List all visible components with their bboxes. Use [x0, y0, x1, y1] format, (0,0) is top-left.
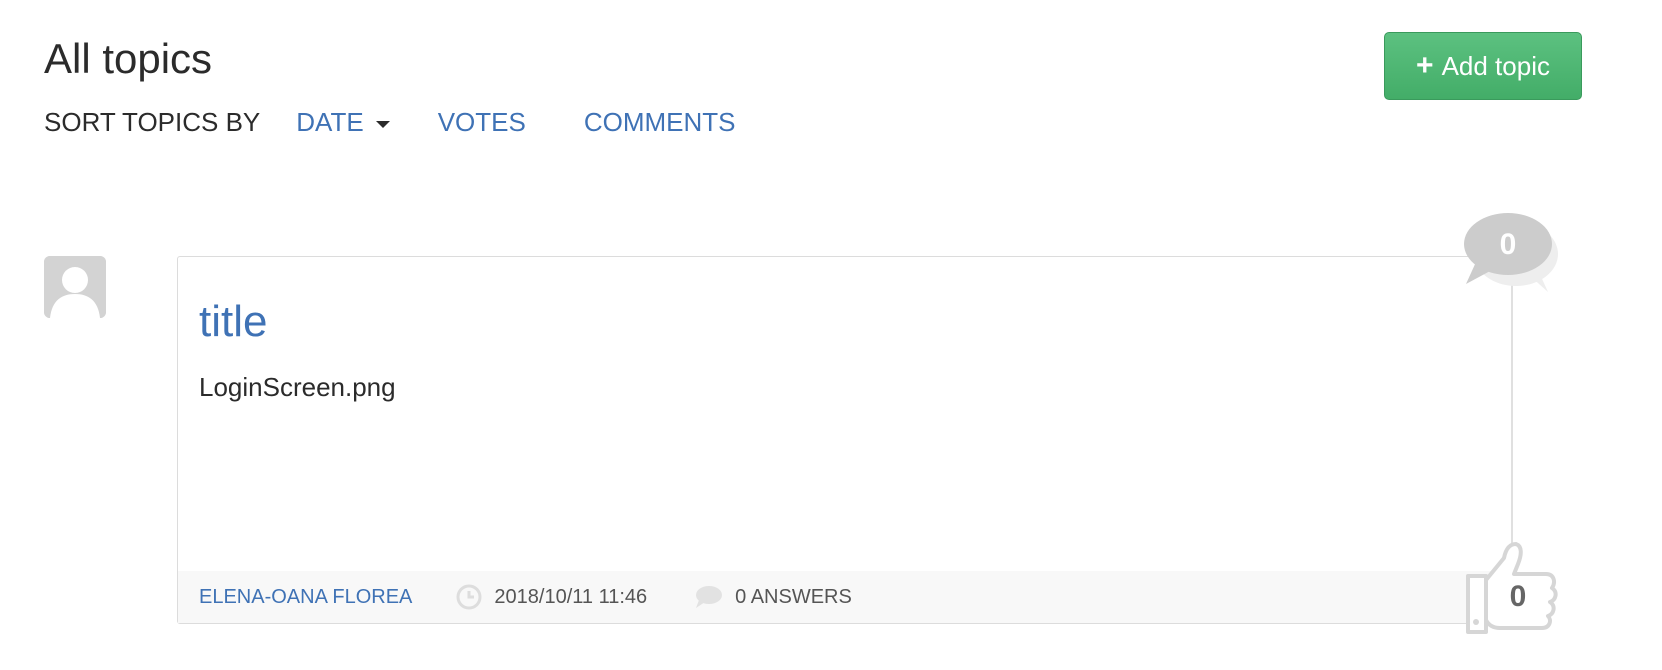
comments-badge: 0	[1462, 212, 1562, 302]
caret-down-icon	[375, 120, 390, 128]
sort-option-label: DATE	[296, 107, 364, 137]
clock-icon	[456, 584, 482, 610]
add-topic-label: Add topic	[1441, 50, 1550, 81]
votes-badge[interactable]: 0	[1460, 540, 1560, 636]
avatar	[44, 256, 106, 318]
author-link[interactable]: ELENA-OANA FLOREA	[199, 586, 412, 609]
page: All topics SORT TOPICS BY DATE VOTES COM…	[0, 0, 1662, 670]
topic-title-link[interactable]: title	[199, 295, 267, 349]
topic-answers: 0 ANSWERS	[693, 584, 852, 610]
answers-count: 0 ANSWERS	[735, 585, 852, 608]
sort-by-votes-link[interactable]: VOTES	[438, 104, 526, 140]
topic-date: 2018/10/11 11:46	[456, 584, 647, 610]
topic-datetime: 2018/10/11 11:46	[494, 585, 648, 608]
page-title: All topics	[44, 35, 213, 82]
topic-body: LoginScreen.png	[199, 372, 396, 402]
sort-label: SORT TOPICS BY	[44, 107, 261, 137]
user-placeholder-icon	[44, 256, 106, 318]
speech-bubble-icon	[693, 584, 723, 610]
add-topic-button[interactable]: + Add topic	[1384, 32, 1582, 100]
divider-line	[1511, 280, 1513, 550]
topic-footer: ELENA-OANA FLOREA 2018/10/11 11:46 0 ANS…	[178, 571, 1512, 623]
plus-icon: +	[1416, 49, 1434, 82]
topic-card: title LoginScreen.png ELENA-OANA FLOREA …	[177, 256, 1513, 624]
votes-count: 0	[1509, 580, 1527, 613]
sort-bar: SORT TOPICS BY DATE VOTES COMMENTS	[44, 104, 736, 140]
sort-by-date-link[interactable]: DATE	[296, 104, 390, 140]
sort-by-comments-link[interactable]: COMMENTS	[584, 104, 736, 140]
comments-count: 0	[1499, 228, 1517, 261]
